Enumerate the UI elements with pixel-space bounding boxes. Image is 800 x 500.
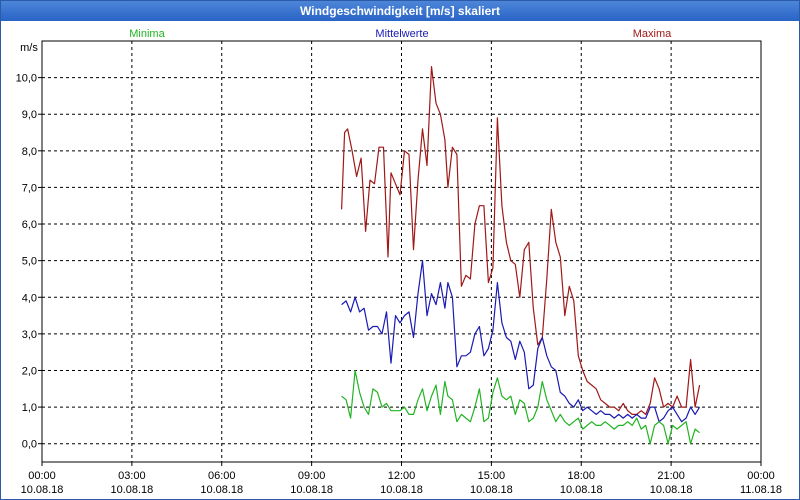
x-tick-date: 10.08.18 (380, 484, 423, 496)
legend-maxima: Maxima (633, 28, 672, 40)
x-tick-time: 12:00 (388, 470, 416, 482)
y-tick-label: 5,0 (22, 256, 37, 268)
x-tick-date: 10.08.18 (470, 484, 513, 496)
x-tick-date: 10.08.18 (110, 484, 153, 496)
wind-speed-chart: 0,0 1,0 2,0 3,0 4,0 5,0 6,0 7,0 8,0 9,0 10,0 00:00… (16, 28, 782, 496)
x-tick-date: 10.08.18 (650, 484, 693, 496)
x-tick-time: 09:00 (298, 470, 326, 482)
y-tick-label: 10,0 (16, 73, 37, 85)
x-tick-time: 03:00 (118, 470, 146, 482)
y-tick-label: 9,0 (22, 109, 37, 121)
y-axis-unit: m/s (20, 42, 38, 54)
x-axis: 00:00 10.08.18 03:00 10.08.18 06:00 10.08.18 0… (21, 462, 782, 496)
x-tick-date: 10.08.18 (290, 484, 333, 496)
grid-lines (42, 41, 761, 462)
x-tick-time: 18:00 (567, 470, 595, 482)
y-tick-label: 6,0 (22, 219, 37, 231)
x-tick-date: 10.08.18 (560, 484, 603, 496)
y-tick-label: 2,0 (22, 365, 37, 377)
y-tick-label: 4,0 (22, 292, 37, 304)
y-tick-label: 8,0 (22, 146, 37, 158)
x-tick-date: 10.08.18 (21, 484, 64, 496)
x-tick-time: 15:00 (478, 470, 506, 482)
x-tick-time: 00:00 (28, 470, 56, 482)
y-tick-label: 0,0 (22, 439, 37, 451)
x-tick-date: 10.08.18 (200, 484, 243, 496)
window-title: Windgeschwindigkeit [m/s] skaliert (1, 1, 799, 21)
y-tick-label: 3,0 (22, 329, 37, 341)
x-tick-time: 21:00 (657, 470, 685, 482)
x-tick-time: 00:00 (747, 470, 775, 482)
x-tick-date: 11.08.18 (740, 484, 782, 496)
y-tick-label: 7,0 (22, 182, 37, 194)
y-tick-label: 1,0 (22, 402, 37, 414)
series-line-max (341, 66, 701, 415)
series-lines (341, 66, 701, 445)
legend-minima: Minima (129, 28, 165, 40)
series-line-min (341, 369, 700, 445)
x-tick-time: 06:00 (208, 470, 236, 482)
y-axis: 0,0 1,0 2,0 3,0 4,0 5,0 6,0 7,0 8,0 9,0 10,0 (16, 73, 42, 451)
legend-mittelwerte: Mittelwerte (375, 28, 428, 40)
chart-window: Windgeschwindigkeit [m/s] skaliert 0,0 1,… (0, 0, 800, 500)
